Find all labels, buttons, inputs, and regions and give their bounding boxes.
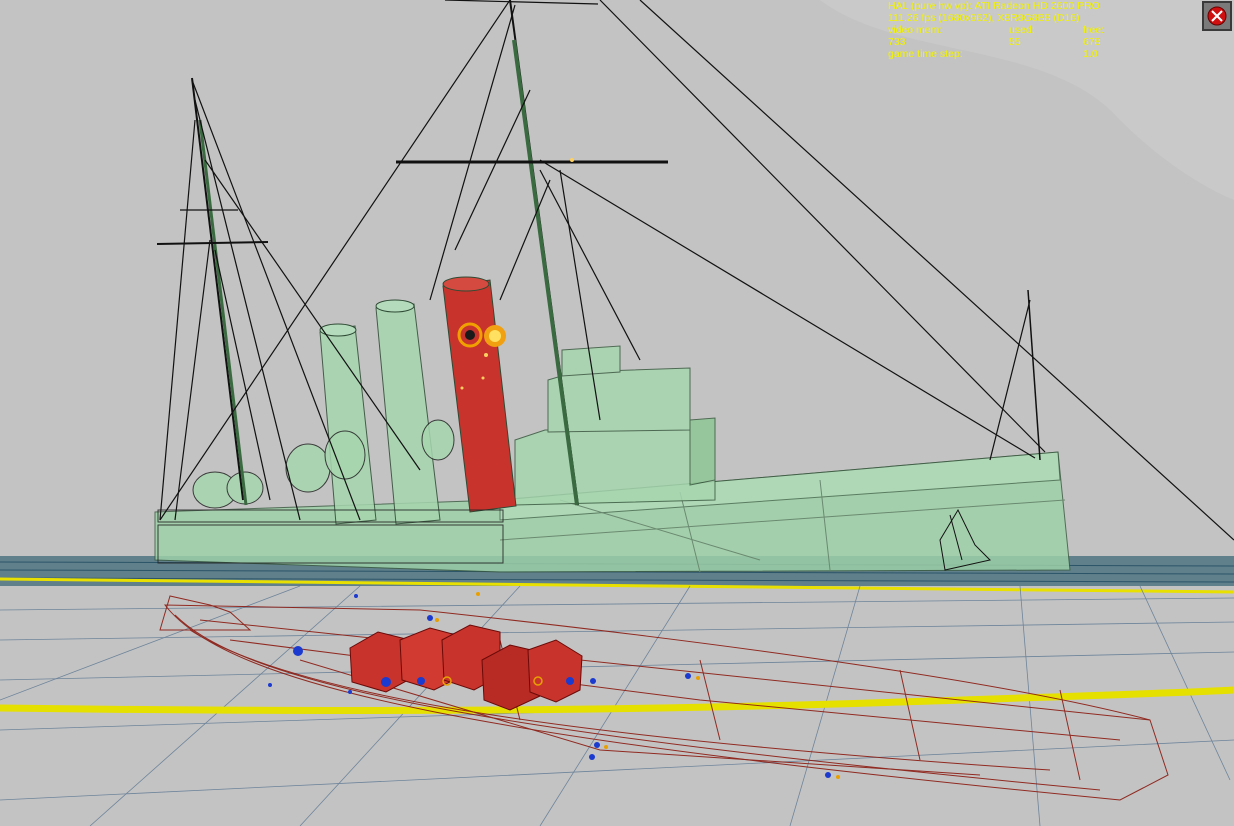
hud-free-value: 678 — [1083, 36, 1101, 48]
hud-used-value: 55 — [1009, 36, 1021, 48]
stop-icon — [1207, 6, 1227, 26]
close-button[interactable] — [1202, 1, 1232, 31]
hud-video-mem-labels: video mem: used: free: — [888, 24, 1118, 36]
hud-video-mem-values: 733 55 678 — [888, 36, 1118, 48]
hud-video-mem-total: 733 — [888, 36, 906, 48]
hud-free-label: free: — [1083, 24, 1105, 36]
hud-renderer-line: HAL (pure hw vp): ATI Radeon HD 2600 PRO — [888, 0, 1118, 12]
hud-time-step-value: 1.0 — [1083, 48, 1098, 60]
hud-renderer-text: HAL (pure hw vp): ATI Radeon HD 2600 PRO — [888, 0, 1100, 12]
ship-wireframe-scene — [0, 0, 1234, 826]
hud-fps-line: 111.26 fps (1680x962), X8R8G8B8 (D16) — [888, 12, 1118, 24]
hud-video-mem-label: video mem: — [888, 24, 943, 36]
hud-used-label: used: — [1009, 24, 1035, 36]
game-viewport[interactable]: HAL (pure hw vp): ATI Radeon HD 2600 PRO… — [0, 0, 1234, 826]
debug-hud: HAL (pure hw vp): ATI Radeon HD 2600 PRO… — [888, 0, 1118, 60]
hud-time-step-line: game time step: 1.0 — [888, 48, 1118, 60]
hud-time-step-label: game time step: — [888, 48, 963, 60]
hud-fps-text: 111.26 fps (1680x962), X8R8G8B8 (D16) — [888, 12, 1080, 24]
